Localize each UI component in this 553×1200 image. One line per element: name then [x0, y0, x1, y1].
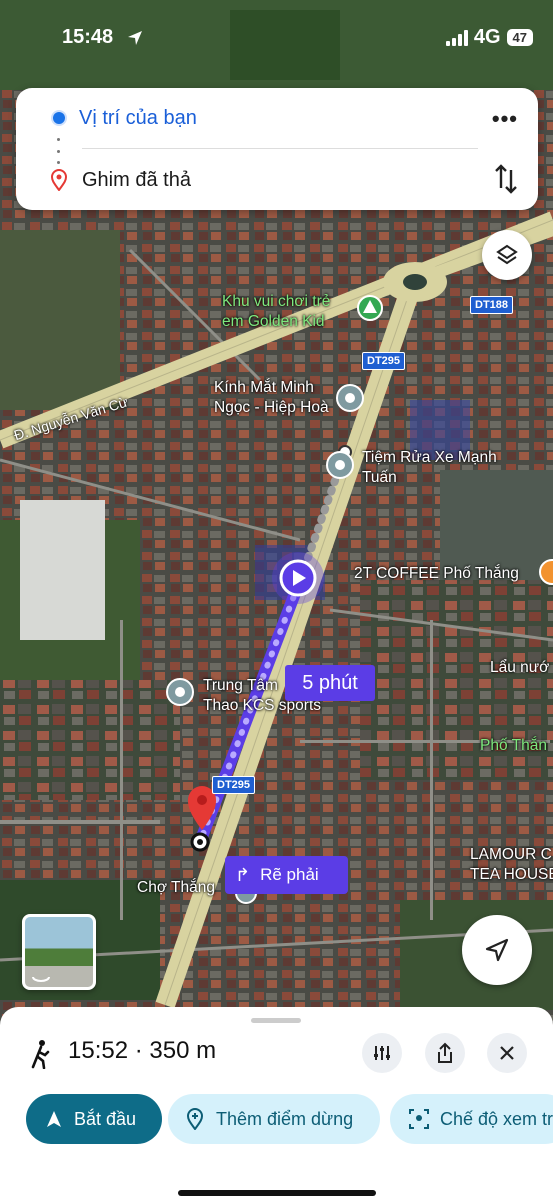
- trip-summary: 15:52 · 350 m: [68, 1037, 217, 1064]
- location-arrow-icon: [128, 31, 142, 45]
- park-poi-icon[interactable]: [357, 295, 383, 321]
- add-stop-label: Thêm điểm dừng: [216, 1108, 354, 1129]
- start-button[interactable]: Bắt đầu: [26, 1094, 162, 1144]
- start-label: Bắt đầu: [74, 1108, 137, 1129]
- poi-label[interactable]: 2T COFFEE Phố Thắng: [354, 564, 519, 584]
- poi-label[interactable]: Lẩu nướ: [490, 658, 549, 678]
- home-indicator: [178, 1190, 376, 1196]
- place-poi-icon-kinh-mat[interactable]: [336, 384, 364, 412]
- turn-instruction[interactable]: ↱ Rẽ phải: [225, 856, 348, 894]
- view-mode-icon: [409, 1109, 429, 1129]
- close-button[interactable]: [487, 1033, 527, 1073]
- navigation-arrow-icon: [47, 1111, 61, 1127]
- layers-icon: [496, 244, 518, 265]
- place-poi-icon-kcs[interactable]: [166, 678, 194, 706]
- road-shield: DT188: [470, 296, 514, 314]
- view-mode-label: Chế độ xem tr: [440, 1108, 553, 1129]
- destination-label: Ghim đã thả: [82, 168, 191, 191]
- view-mode-button[interactable]: Chế độ xem tr: [390, 1094, 553, 1144]
- share-button[interactable]: [425, 1033, 465, 1073]
- battery-icon: 47: [506, 29, 533, 46]
- rotate-360-icon: [32, 976, 50, 982]
- turn-right-icon: ↱: [235, 864, 251, 885]
- road-shield: DT295: [212, 776, 256, 794]
- eta-label: 5 phút: [285, 665, 375, 701]
- network-type: 4G: [473, 26, 501, 48]
- add-location-icon: [186, 1108, 204, 1130]
- place-poi-icon-rua-xe[interactable]: [326, 451, 354, 479]
- road-shield: DT295: [362, 352, 406, 370]
- directions-card: Vị trí của bạn Ghim đã thả •••: [16, 88, 538, 210]
- recenter-button[interactable]: [462, 915, 532, 985]
- bottom-sheet: 15:52 · 350 m Bắt đầu Thêm điểm dừng Chế…: [0, 1007, 553, 1200]
- turn-instruction-label: Rẽ phải: [260, 865, 319, 884]
- share-icon: [438, 1042, 452, 1063]
- walking-icon: [31, 1040, 50, 1069]
- poi-label[interactable]: Tiệm Rửa Xe Mạnh Tuấn: [362, 448, 497, 488]
- poi-label[interactable]: Chợ Thắng: [137, 878, 215, 898]
- close-icon: [500, 1046, 514, 1060]
- navigation-compass-icon: [485, 938, 509, 962]
- poi-label[interactable]: LAMOUR C TEA HOUSE H: [470, 845, 553, 885]
- destination-row[interactable]: Ghim đã thả: [16, 160, 538, 200]
- status-bar: 15:48 4G 47: [0, 24, 553, 54]
- origin-dot-icon: [53, 112, 65, 124]
- poi-label[interactable]: Kính Mắt Minh Ngọc - Hiệp Hoà: [214, 378, 329, 418]
- clock: 15:48: [62, 26, 114, 48]
- swap-icon[interactable]: [492, 162, 520, 196]
- street-view-thumbnail[interactable]: [22, 914, 96, 990]
- poi-label[interactable]: Phố Thắn: [480, 736, 547, 756]
- add-stop-button[interactable]: Thêm điểm dừng: [168, 1094, 380, 1144]
- route-options-button[interactable]: [362, 1033, 402, 1073]
- origin-label: Vị trí của bạn: [79, 106, 197, 129]
- signal-icon: [445, 29, 468, 46]
- poi-label[interactable]: Khu vui chơi trẻ em Golden Kid: [222, 292, 330, 332]
- layers-button[interactable]: [482, 230, 532, 280]
- origin-row[interactable]: Vị trí của bạn: [16, 98, 538, 138]
- sheet-handle[interactable]: [251, 1018, 301, 1023]
- sliders-icon: [374, 1046, 390, 1060]
- divider: [82, 148, 478, 149]
- more-options-icon[interactable]: •••: [492, 106, 518, 132]
- destination-pin-icon: [50, 169, 68, 191]
